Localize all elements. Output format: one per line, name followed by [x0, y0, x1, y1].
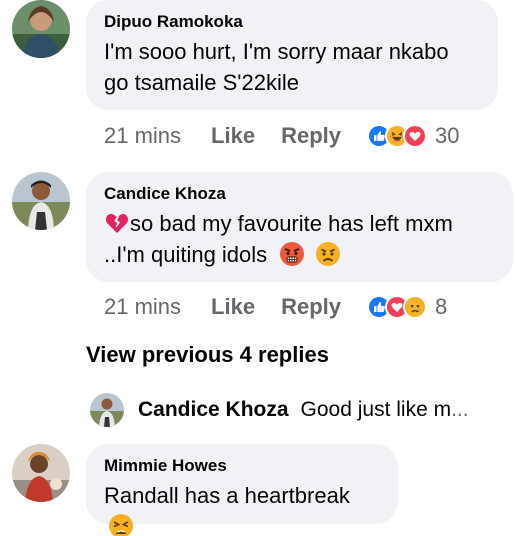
comment-text: go tsamaile S'22kile	[104, 70, 299, 95]
comment-text-line: ..I'm quiting idols	[104, 242, 268, 267]
reply-text: Good just like m...	[301, 398, 469, 422]
comment-meta: 21 mins Like Reply 30	[104, 121, 459, 151]
reaction-summary[interactable]	[367, 295, 427, 319]
reaction-count[interactable]: 30	[435, 123, 459, 149]
reply-text-body: Good just like m	[300, 398, 452, 421]
comment-author[interactable]: Mimmie Howes	[104, 456, 380, 476]
comment-text: ..I'm quiting idols	[104, 239, 495, 270]
reply-author[interactable]: Candice Khoza	[138, 398, 289, 422]
comment-bubble: Mimmie Howes Randall has a heartbreak	[86, 444, 398, 536]
comment-text: so bad my favourite has left mxm	[104, 208, 495, 239]
angry-face-icon	[279, 241, 305, 267]
broken-heart-icon	[104, 210, 130, 236]
reply-button[interactable]: Reply	[281, 123, 341, 149]
sad-reaction-icon	[403, 295, 427, 319]
comment-text-line: Randall has a heartbreak	[104, 483, 350, 508]
avatar[interactable]	[12, 172, 70, 230]
reaction-count[interactable]: 8	[435, 294, 447, 320]
comment-meta: 21 mins Like Reply 8	[104, 292, 447, 322]
love-reaction-icon	[403, 124, 427, 148]
comment-text: Randall has a heartbreak	[104, 480, 380, 536]
tired-face-icon	[108, 513, 134, 536]
frowning-face-icon	[315, 241, 341, 267]
avatar[interactable]	[12, 444, 70, 502]
comment-author[interactable]: Dipuo Ramokoka	[104, 12, 480, 32]
comment-text-line: so bad my favourite has left mxm	[130, 211, 453, 236]
comment-text: I'm sooo hurt, I'm sorry maar nkabo	[104, 39, 449, 64]
comment-author[interactable]: Candice Khoza	[104, 184, 495, 204]
comment-bubble: Candice Khoza so bad my favourite has le…	[86, 172, 513, 282]
like-button[interactable]: Like	[211, 123, 255, 149]
comment-bubble: Dipuo Ramokoka I'm sooo hurt, I'm sorry …	[86, 0, 498, 110]
like-button[interactable]: Like	[211, 294, 255, 320]
reaction-summary[interactable]	[367, 124, 427, 148]
timestamp[interactable]: 21 mins	[104, 123, 181, 149]
reply-preview[interactable]: Candice Khoza Good just like m...	[90, 393, 469, 427]
timestamp[interactable]: 21 mins	[104, 294, 181, 320]
reply-button[interactable]: Reply	[281, 294, 341, 320]
view-previous-replies-link[interactable]: View previous 4 replies	[86, 342, 329, 368]
avatar[interactable]	[90, 393, 124, 427]
reply-ellipsis: ...	[451, 398, 469, 421]
avatar[interactable]	[12, 0, 70, 58]
